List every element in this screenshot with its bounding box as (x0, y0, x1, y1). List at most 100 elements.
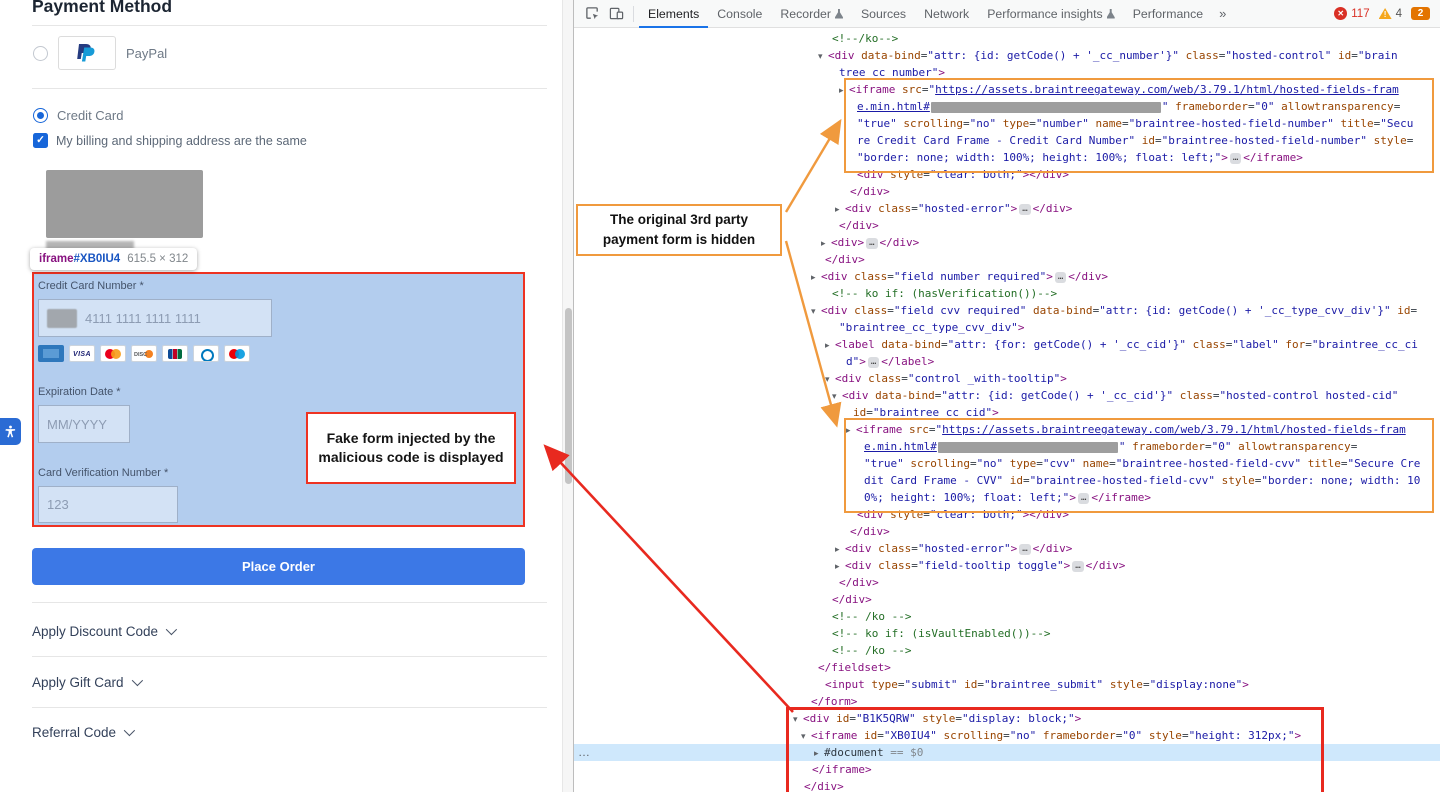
tab-console[interactable]: Console (708, 0, 771, 28)
dom-node-line[interactable]: d">…</label> (574, 353, 1440, 370)
collapse-arrow-icon[interactable] (801, 729, 811, 746)
expand-inline-button[interactable]: … (1019, 204, 1030, 215)
errors-badge[interactable]: ✕ 117 (1334, 7, 1369, 20)
chevron-down-icon (131, 675, 142, 686)
collapse-arrow-icon[interactable] (793, 712, 803, 729)
expand-inline-button[interactable]: … (1078, 493, 1089, 504)
scrollbar-thumb[interactable] (565, 308, 572, 484)
dom-node-line[interactable]: "true" scrolling="no" type="cvv" name="b… (574, 455, 1440, 472)
dom-node-line[interactable]: </div> (574, 778, 1440, 792)
accessibility-widget-button[interactable] (0, 418, 21, 445)
dom-node-line[interactable]: <div class="hosted-error">…</div> (574, 540, 1440, 557)
issues-badge[interactable]: 2 (1411, 7, 1430, 20)
dom-node-line[interactable]: "border: none; width: 100%; height: 100%… (574, 149, 1440, 166)
selected-node-menu[interactable]: … (578, 744, 590, 761)
cvv-input[interactable]: 123 (38, 486, 178, 523)
dom-node-line[interactable]: <div class="field number required">…</di… (574, 268, 1440, 285)
dom-node-line[interactable]: <div id="B1K5QRW" style="display: block;… (574, 710, 1440, 727)
billing-same-checkbox[interactable] (33, 133, 48, 148)
dom-node-line[interactable]: <input type="submit" id="braintree_submi… (574, 676, 1440, 693)
dom-node-line[interactable]: <div class="field-tooltip toggle">…</div… (574, 557, 1440, 574)
card-number-input[interactable]: 4111 1111 1111 1111 (38, 299, 272, 337)
dom-node-line[interactable]: <label data-bind="attr: {for: getCode() … (574, 336, 1440, 353)
tab-label: Elements (648, 7, 699, 21)
issues-icon: 2 (1411, 7, 1430, 20)
expand-arrow-icon[interactable] (835, 542, 845, 559)
warnings-badge[interactable]: ! 4 (1379, 8, 1402, 20)
more-panels-button[interactable]: » (1212, 6, 1233, 21)
referral-code-toggle[interactable]: Referral Code (32, 719, 132, 745)
dom-node-line[interactable]: </iframe> (574, 761, 1440, 778)
collapse-arrow-icon[interactable] (825, 372, 835, 389)
tab-sources[interactable]: Sources (852, 0, 915, 28)
dom-node-line[interactable]: <!-- /ko --> (574, 608, 1440, 625)
expand-inline-button[interactable]: … (1019, 544, 1030, 555)
dom-node-line[interactable]: </div> (574, 183, 1440, 200)
inspect-element-icon[interactable] (580, 2, 604, 26)
dom-node-selected[interactable]: #document == $0 (574, 744, 1440, 761)
credit-card-option-row: Credit Card (33, 108, 123, 123)
place-order-button[interactable]: Place Order (32, 548, 525, 585)
redacted-token (931, 102, 1161, 113)
dom-node-line[interactable]: <div data-bind="attr: {id: getCode() + '… (574, 47, 1440, 64)
expand-inline-button[interactable]: … (1230, 153, 1241, 164)
expand-arrow-icon[interactable] (825, 338, 835, 355)
dom-node-line[interactable]: <iframe src="https://assets.braintreegat… (574, 421, 1440, 438)
tab-network[interactable]: Network (915, 0, 978, 28)
expand-inline-button[interactable]: … (866, 238, 877, 249)
card-number-label: Credit Card Number * (38, 280, 144, 292)
dom-node-line[interactable]: <iframe src="https://assets.braintreegat… (574, 81, 1440, 98)
device-toolbar-icon[interactable] (604, 2, 628, 26)
dom-node-line[interactable]: <!-- /ko --> (574, 642, 1440, 659)
page-scrollbar[interactable] (562, 0, 573, 792)
dom-node-line[interactable]: e.min.html#" frameborder="0" allowtransp… (574, 98, 1440, 115)
expiration-input[interactable]: MM/YYYY (38, 405, 130, 443)
expand-arrow-icon[interactable] (839, 83, 849, 100)
dom-node-line[interactable]: <!--/ko--> (574, 30, 1440, 47)
apply-discount-code-toggle[interactable]: Apply Discount Code (32, 618, 174, 644)
dom-node-line[interactable]: <div class="field cvv required" data-bin… (574, 302, 1440, 319)
dom-node-line[interactable]: re Credit Card Frame - Credit Card Numbe… (574, 132, 1440, 149)
console-badges: ✕ 117 ! 4 2 (1334, 7, 1440, 20)
dom-node-line[interactable]: e.min.html#" frameborder="0" allowtransp… (574, 438, 1440, 455)
dom-node-line[interactable]: <div data-bind="attr: {id: getCode() + '… (574, 387, 1440, 404)
paypal-radio[interactable] (33, 46, 48, 61)
tab-performance[interactable]: Performance (1124, 0, 1212, 28)
dom-node-line[interactable]: id="braintree_cc_cid"> (574, 404, 1440, 421)
dom-node-line[interactable]: tree_cc_number"> (574, 64, 1440, 81)
collapse-arrow-icon[interactable] (818, 49, 828, 66)
warning-count: 4 (1396, 8, 1402, 20)
expand-inline-button[interactable]: … (1072, 561, 1083, 572)
dom-node-line[interactable]: dit Card Frame - CVV" id="braintree-host… (574, 472, 1440, 489)
collapse-arrow-icon[interactable] (832, 389, 842, 406)
tab-performance-insights[interactable]: Performance insights (978, 0, 1124, 28)
dom-node-line[interactable]: <div style="clear: both;"></div> (574, 506, 1440, 523)
dom-node-line[interactable]: </div> (574, 591, 1440, 608)
tab-recorder[interactable]: Recorder (771, 0, 852, 28)
dom-node-line[interactable]: "braintree_cc_type_cvv_div"> (574, 319, 1440, 336)
expand-inline-button[interactable]: … (1055, 272, 1066, 283)
dom-node-line[interactable]: 0%; height: 100%; float: left;">…</ifram… (574, 489, 1440, 506)
hidden-form-annotation: The original 3rd party payment form is h… (576, 204, 782, 256)
dom-node-line[interactable]: <!-- ko if: (hasVerification())--> (574, 285, 1440, 302)
card-type-icon-redacted (47, 309, 77, 328)
expand-arrow-icon[interactable] (846, 423, 856, 440)
expand-inline-button[interactable]: … (868, 357, 879, 368)
dom-node-line[interactable]: </fieldset> (574, 659, 1440, 676)
credit-card-radio[interactable] (33, 108, 48, 123)
dom-node-line[interactable]: </div> (574, 574, 1440, 591)
tab-elements[interactable]: Elements (639, 0, 708, 28)
dom-node-line[interactable]: <div style="clear: both;"></div> (574, 166, 1440, 183)
divider (32, 707, 547, 708)
dom-node-line[interactable]: "true" scrolling="no" type="number" name… (574, 115, 1440, 132)
dom-node-line[interactable]: <!-- ko if: (isVaultEnabled())--> (574, 625, 1440, 642)
tooltip-element-tag: iframe (39, 253, 74, 265)
tab-label: Recorder (780, 7, 831, 21)
expand-arrow-icon[interactable] (811, 270, 821, 287)
dom-node-line[interactable]: </div> (574, 523, 1440, 540)
apply-gift-card-toggle[interactable]: Apply Gift Card (32, 669, 140, 695)
dom-node-line[interactable]: </form> (574, 693, 1440, 710)
dom-node-line[interactable]: <iframe id="XB0IU4" scrolling="no" frame… (574, 727, 1440, 744)
collapse-arrow-icon[interactable] (811, 304, 821, 321)
dom-node-line[interactable]: <div class="control _with-tooltip"> (574, 370, 1440, 387)
